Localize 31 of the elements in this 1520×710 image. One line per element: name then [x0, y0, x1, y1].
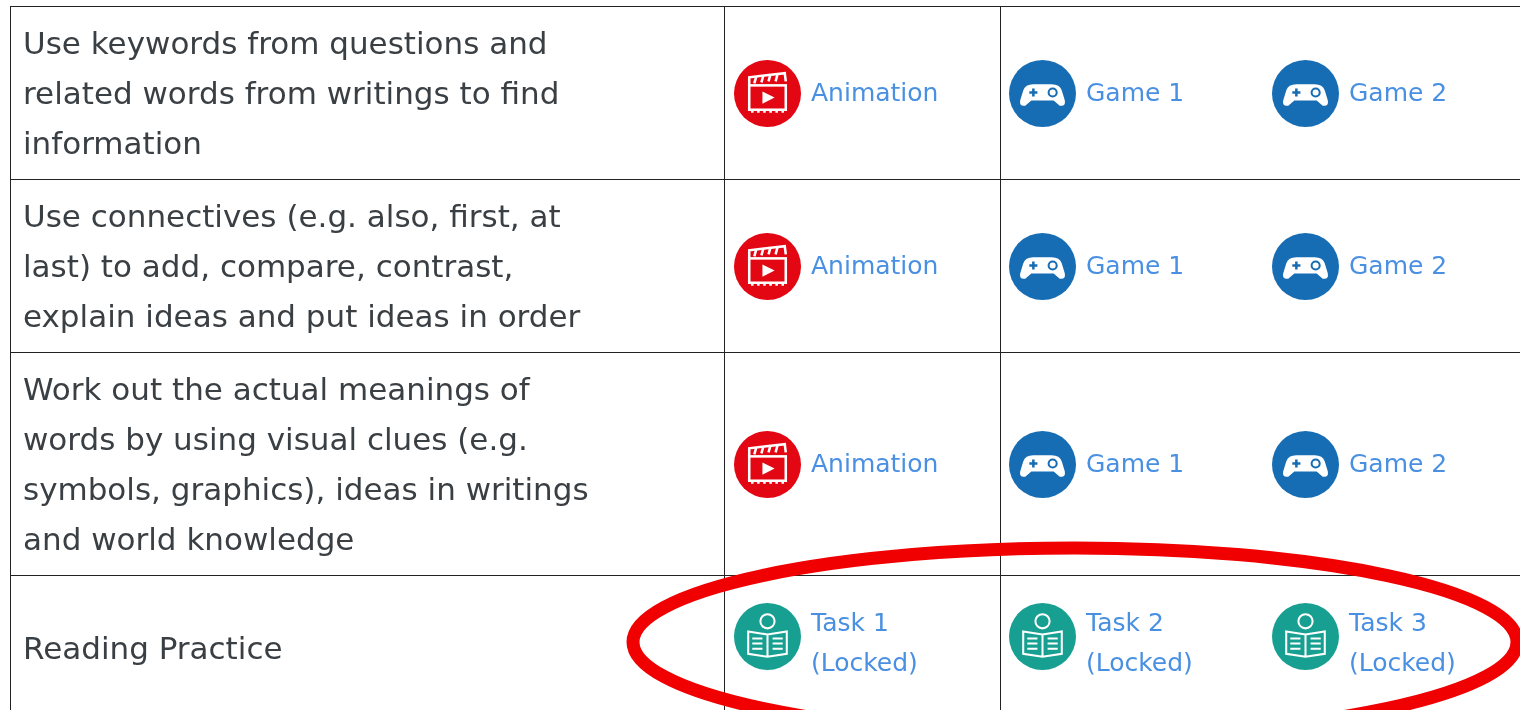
locked-link[interactable]: (Locked): [1349, 642, 1456, 683]
activity-link[interactable]: Task 3: [1349, 602, 1456, 643]
table-cell: Use connectives (e.g. also, first, at last) to add, compare, contrast, explain ideas and put ideas in order: [10, 179, 725, 353]
clapperboard-icon[interactable]: [734, 430, 801, 498]
activity-link[interactable]: Animation: [811, 246, 939, 286]
table-cell: Reading Practice: [10, 575, 725, 710]
gamepad-icon[interactable]: [1009, 232, 1076, 300]
reading-child-icon[interactable]: [1009, 602, 1076, 670]
activity-link[interactable]: Animation: [811, 444, 939, 484]
activity-link[interactable]: Game 1: [1086, 73, 1185, 113]
table-cell: Use keywords from questions and related words from writings to find information: [10, 6, 725, 180]
activity-link[interactable]: Task 1: [811, 602, 918, 643]
activity-link[interactable]: Task 2: [1086, 602, 1193, 643]
activity-link[interactable]: Animation: [811, 73, 939, 113]
activity-link[interactable]: Game 1: [1086, 246, 1185, 286]
gamepad-icon[interactable]: [1272, 430, 1339, 498]
activity-link[interactable]: Game 1: [1086, 444, 1185, 484]
reading-child-icon[interactable]: [1272, 602, 1339, 670]
gamepad-icon[interactable]: [1009, 430, 1076, 498]
locked-link[interactable]: (Locked): [1086, 642, 1193, 683]
table-cell: Work out the actual meanings of words by using visual clues (e.g. symbols, graphics), ideas in writings and world knowledge: [10, 352, 725, 576]
activity-link[interactable]: Game 2: [1349, 73, 1448, 113]
activity-link[interactable]: Game 2: [1349, 444, 1448, 484]
gamepad-icon[interactable]: [1009, 59, 1076, 127]
gamepad-icon[interactable]: [1272, 59, 1339, 127]
gamepad-icon[interactable]: [1272, 232, 1339, 300]
reading-child-icon[interactable]: [734, 602, 801, 670]
activity-link[interactable]: Game 2: [1349, 246, 1448, 286]
clapperboard-icon[interactable]: [734, 232, 801, 300]
locked-link[interactable]: (Locked): [811, 642, 918, 683]
clapperboard-icon[interactable]: [734, 59, 801, 127]
